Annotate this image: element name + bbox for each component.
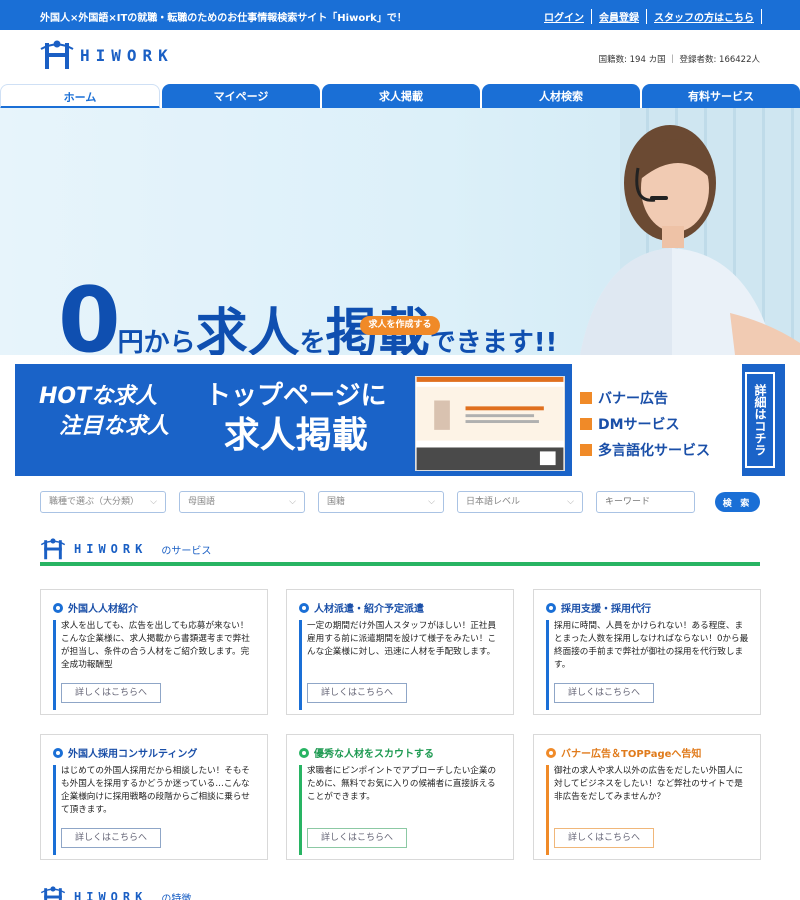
service-card: 人材派遣・紹介予定派遣 一定の期間だけ外国人スタッフがほしい！正社員雇用する前に… — [286, 589, 514, 715]
site-stats: 国籍数: 194 カ国 ｜ 登録者数: 166422人 — [598, 55, 760, 65]
banner-services-list: バナー広告 DMサービス 多言語化サービス — [580, 386, 710, 464]
card-description: はじめての外国人採用だから相談したい！そもそも外国人を採用するかどうか迷っている… — [61, 766, 250, 815]
service-card: 採用支援・採用代行 採用に時間、人員をかけられない！ある程度、まとまった人数を採… — [533, 589, 761, 715]
banner-hot-text: HOTな求人 注目な求人 — [39, 384, 170, 439]
card-description: 求人を出しても、広告を出しても応募が来ない！こんな企業様に、求人掲載から書類選考… — [61, 621, 250, 670]
tab-paid-services[interactable]: 有料サービス — [642, 84, 800, 109]
details-button[interactable]: 詳しくはこちらへ — [307, 683, 407, 703]
bullet-icon — [299, 747, 309, 758]
operator-photo — [580, 125, 800, 355]
features-section-title: の特徴 — [161, 893, 192, 900]
create-job-button[interactable]: 求人を作成する — [360, 316, 440, 335]
promo-banner[interactable]: HOTな求人 注目な求人 トップページに 求人掲載 バナー広告 DMサービス 多… — [15, 364, 785, 476]
chevron-down-icon: ⌵ — [428, 497, 435, 507]
tab-job-posting[interactable]: 求人掲載 — [322, 84, 480, 109]
card-description: 求職者にピンポイントでアプローチしたい企業のために、無料でお気に入りの候補者に直… — [307, 766, 497, 802]
card-description: 採用に時間、人員をかけられない！ある程度、まとまった人数を採用しなければならない… — [554, 621, 749, 670]
register-link[interactable]: 会員登録 — [592, 9, 647, 24]
details-button[interactable]: 詳しくはこちらへ — [61, 828, 161, 848]
services-section-title: のサービス — [161, 545, 212, 557]
chevron-down-icon: ⌵ — [150, 497, 157, 507]
account-links: ログイン 会員登録 スタッフの方はこちら — [537, 9, 762, 24]
card-title: 採用支援・採用代行 — [561, 604, 651, 615]
login-link[interactable]: ログイン — [537, 9, 592, 24]
card-description: 一定の期間だけ外国人スタッフがほしい！正社員雇用する前に派遣期間を設けて様子をみ… — [307, 621, 497, 657]
service-card: 優秀な人材をスカウトする 求職者にピンポイントでアプローチしたい企業のために、無… — [286, 734, 514, 860]
orange-square-icon — [580, 418, 592, 430]
banner-top-text: トップページに 求人掲載 — [205, 381, 387, 456]
job-search-bar: 職種で選ぶ（大分類）⌵ 母国語⌵ 国籍⌵ 日本語レベル⌵ 検 索 — [40, 491, 760, 513]
service-card: 外国人採用コンサルティング はじめての外国人採用だから相談したい！そもそも外国人… — [40, 734, 268, 860]
orange-square-icon — [580, 444, 592, 456]
details-button[interactable]: 詳しくはこちらへ — [61, 683, 161, 703]
service-card: バナー広告＆TOPPageへ告知 御社の求人や求人以外の広告をだしたい外国人に対… — [533, 734, 761, 860]
nationality-select[interactable]: 国籍 ⌵ — [318, 491, 444, 513]
native-language-select[interactable]: 母国語 ⌵ — [179, 491, 305, 513]
top-bar: 外国人×外国語×ITの就職・転職のためのお仕事情報検索サイト「Hiwork」で！… — [0, 0, 800, 30]
bullet-icon — [299, 602, 309, 613]
bullet-icon — [546, 747, 556, 758]
job-category-select[interactable]: 職種で選ぶ（大分類） ⌵ — [40, 491, 166, 513]
card-description: 御社の求人や求人以外の広告をだしたい外国人に対してビジネスをしたい！など弊社のサ… — [554, 766, 744, 802]
bullet-icon — [53, 747, 63, 758]
hero-headline: 0円から求人を掲載できます!! — [58, 268, 558, 355]
card-title: 人材派遣・紹介予定派遣 — [314, 604, 424, 615]
logo-wordmark: HIWORK — [80, 45, 174, 65]
section-divider — [40, 562, 760, 566]
bullet-icon — [53, 602, 63, 613]
hiwork-logo-icon — [40, 886, 66, 900]
card-title: 外国人人材紹介 — [68, 604, 138, 615]
staff-link[interactable]: スタッフの方はこちら — [647, 9, 762, 24]
site-tagline: 外国人×外国語×ITの就職・転職のためのお仕事情報検索サイト「Hiwork」で！ — [40, 13, 407, 24]
japanese-level-select[interactable]: 日本語レベル ⌵ — [457, 491, 583, 513]
search-button[interactable]: 検 索 — [715, 492, 760, 512]
banner-details-button[interactable]: 詳細はコチラ — [745, 372, 775, 468]
card-title: バナー広告＆TOPPageへ告知 — [561, 749, 702, 760]
details-button[interactable]: 詳しくはこちらへ — [307, 828, 407, 848]
tab-home[interactable]: ホーム — [0, 84, 160, 109]
details-button[interactable]: 詳しくはこちらへ — [554, 828, 654, 848]
bullet-icon — [546, 602, 556, 613]
card-title: 外国人採用コンサルティング — [68, 749, 198, 760]
details-button[interactable]: 詳しくはこちらへ — [554, 683, 654, 703]
card-title: 優秀な人材をスカウトする — [314, 749, 434, 760]
services-section-header: HIWORK のサービス — [40, 536, 211, 562]
tab-talent-search[interactable]: 人材検索 — [482, 84, 640, 109]
keyword-input[interactable] — [596, 491, 695, 513]
orange-square-icon — [580, 392, 592, 404]
banner-site-thumbnail — [415, 376, 565, 471]
main-nav: ホーム マイページ 求人掲載 人材検索 有料サービス — [0, 84, 800, 109]
tab-mypage[interactable]: マイページ — [162, 84, 320, 109]
hiwork-logo-icon — [40, 538, 66, 560]
chevron-down-icon: ⌵ — [567, 497, 574, 507]
site-logo[interactable]: HIWORK — [40, 40, 174, 70]
chevron-down-icon: ⌵ — [289, 497, 296, 507]
features-section-header: HIWORK の特徴 — [40, 884, 191, 900]
service-card: 外国人人材紹介 求人を出しても、広告を出しても応募が来ない！こんな企業様に、求人… — [40, 589, 268, 715]
hiwork-logo-icon — [40, 40, 74, 69]
